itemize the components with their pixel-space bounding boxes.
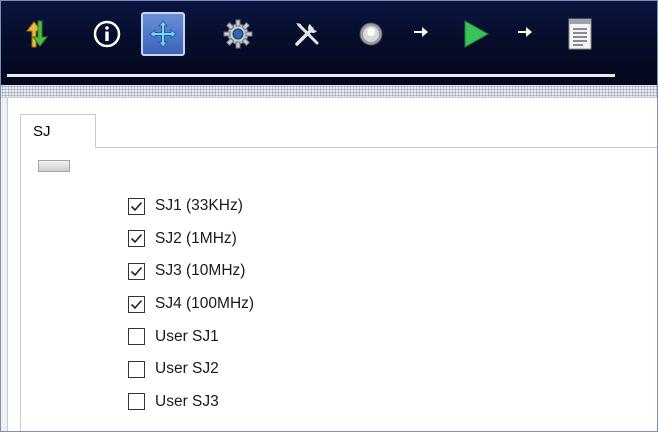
- app-window: SJ SJ1 (33KHz) SJ2 (1MHz) SJ3 (10MHz) SJ…: [0, 0, 658, 432]
- play-icon[interactable]: [453, 12, 497, 56]
- arrow-right-icon: [517, 25, 533, 39]
- power-knob-icon[interactable]: [349, 12, 393, 56]
- checkbox-row-user-sj1[interactable]: User SJ1: [128, 320, 254, 353]
- checkbox-row-sj3[interactable]: SJ3 (10MHz): [128, 255, 254, 288]
- download-arrows-icon[interactable]: [15, 12, 59, 56]
- checkbox-row-sj2[interactable]: SJ2 (1MHz): [128, 223, 254, 256]
- checkbox-label: SJ2 (1MHz): [155, 229, 237, 247]
- checkbox-row-user-sj2[interactable]: User SJ2: [128, 353, 254, 386]
- checkbox-user-sj3[interactable]: [128, 393, 145, 411]
- checkbox-user-sj2[interactable]: [128, 360, 145, 378]
- tab-sj-label: SJ: [33, 123, 51, 140]
- tab-sj[interactable]: SJ: [20, 114, 96, 148]
- checkbox-label: SJ1 (33KHz): [155, 197, 243, 215]
- checkbox-row-user-sj3[interactable]: User SJ3: [128, 386, 254, 419]
- checkbox-sj3[interactable]: [128, 262, 145, 280]
- checkbox-user-sj1[interactable]: [128, 328, 145, 346]
- report-icon[interactable]: [558, 12, 602, 56]
- splitter-bar[interactable]: [1, 85, 657, 98]
- collapse-button[interactable]: [38, 160, 70, 172]
- checkbox-label: SJ3 (10MHz): [155, 262, 246, 280]
- checkbox-label: User SJ2: [155, 360, 219, 378]
- move-crosshair-icon[interactable]: [141, 12, 185, 56]
- checkbox-label: User SJ3: [155, 392, 219, 410]
- checkmark-icon: [130, 234, 143, 244]
- info-icon[interactable]: [85, 12, 129, 56]
- checkmark-icon: [130, 299, 143, 309]
- checkbox-label: User SJ1: [155, 327, 219, 345]
- toolbar: [1, 1, 657, 85]
- content-panel: SJ SJ1 (33KHz) SJ2 (1MHz) SJ3 (10MHz) SJ…: [7, 98, 657, 431]
- checkbox-sj4[interactable]: [128, 295, 145, 313]
- gear-icon[interactable]: [216, 12, 260, 56]
- toolbar-underline: [7, 74, 615, 77]
- checkbox-sj2[interactable]: [128, 230, 145, 248]
- checkmark-icon: [130, 266, 143, 277]
- sj-checkbox-list: SJ1 (33KHz) SJ2 (1MHz) SJ3 (10MHz) SJ4 (…: [128, 190, 254, 418]
- checkbox-sj1[interactable]: [128, 197, 145, 215]
- tab-page: [20, 147, 657, 431]
- checkbox-row-sj1[interactable]: SJ1 (33KHz): [128, 190, 254, 223]
- arrow-right-icon: [413, 25, 429, 39]
- checkmark-icon: [130, 201, 143, 211]
- checkbox-row-sj4[interactable]: SJ4 (100MHz): [128, 288, 254, 321]
- tools-icon[interactable]: [285, 12, 329, 56]
- checkbox-label: SJ4 (100MHz): [155, 295, 255, 313]
